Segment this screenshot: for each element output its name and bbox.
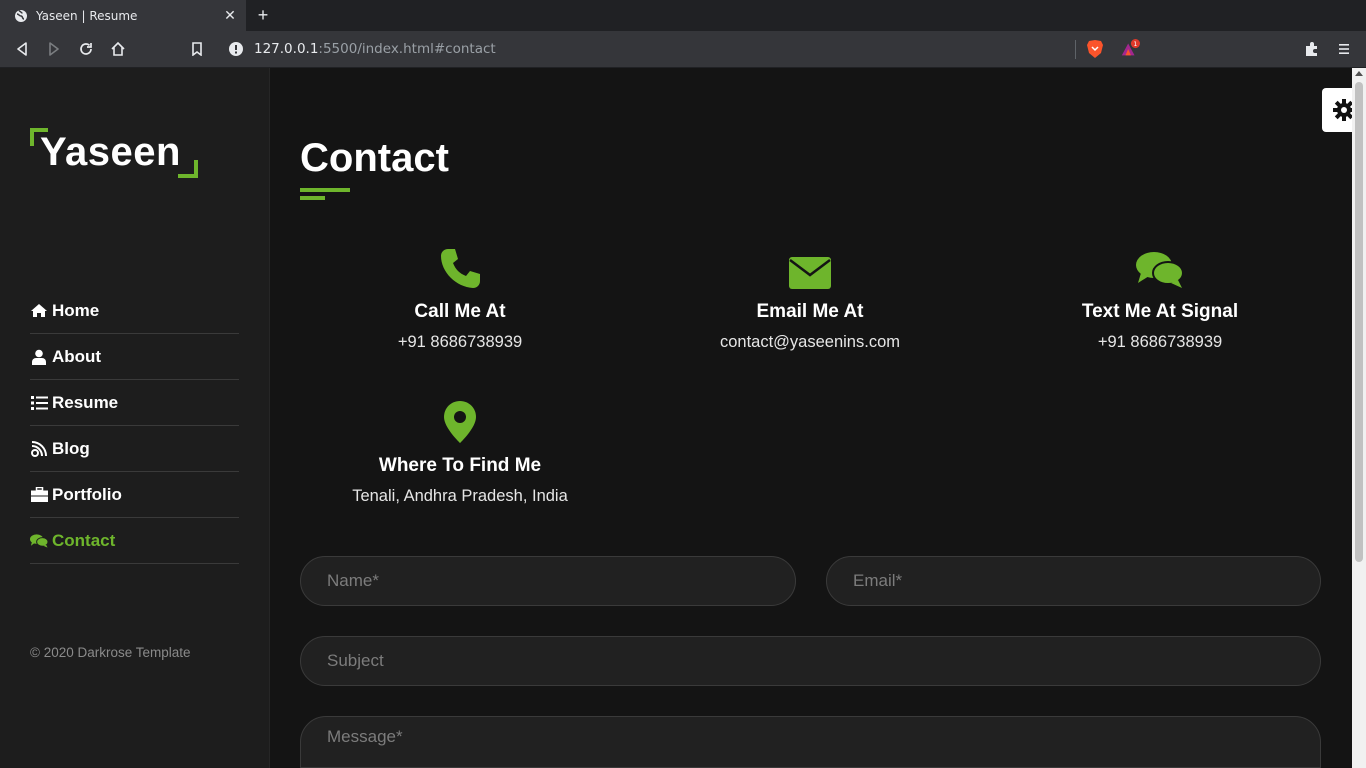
- map-pin-icon: [300, 399, 620, 443]
- copyright-text: © 2020 Darkrose Template: [30, 645, 191, 660]
- forward-arrow-icon: [49, 42, 59, 56]
- message-field[interactable]: Message*: [300, 716, 1321, 768]
- page-scrollbar[interactable]: [1352, 68, 1366, 768]
- user-icon: [30, 349, 48, 365]
- name-field[interactable]: Name*: [300, 556, 796, 606]
- blog-icon: [30, 440, 48, 457]
- sidebar-item-home[interactable]: Home: [30, 288, 239, 334]
- logo-text: Yaseen: [40, 130, 181, 174]
- globe-icon: [14, 9, 28, 23]
- sidebar-item-label: Contact: [52, 530, 116, 550]
- close-tab-icon[interactable]: ✕: [222, 7, 238, 23]
- list-icon: [30, 395, 48, 411]
- puzzle-icon: [1306, 42, 1317, 56]
- brave-shields-button[interactable]: [1085, 39, 1105, 59]
- sidebar-item-about[interactable]: About: [30, 334, 239, 380]
- contact-info-heading: Where To Find Me: [378, 455, 542, 476]
- menu-button[interactable]: [1334, 39, 1354, 59]
- contact-info-location: Where To Find Me Tenali, Andhra Pradesh,…: [300, 399, 620, 506]
- brave-rewards-button[interactable]: 1: [1120, 39, 1140, 59]
- url-text[interactable]: 127.0.0.1:5500/index.html#contact: [254, 41, 496, 57]
- envelope-icon: [650, 245, 970, 289]
- sidebar: Yaseen Home About Resume Blog Portfolio …: [0, 68, 270, 768]
- subject-field[interactable]: Subject: [300, 636, 1321, 686]
- rewards-triangle-icon: 1: [1121, 39, 1140, 56]
- sidebar-item-label: Portfolio: [52, 484, 122, 504]
- browser-tab-bar: Yaseen | Resume ✕ +: [0, 0, 1366, 31]
- contact-info-value: +91 8686738939: [397, 333, 523, 351]
- toolbar-divider: [1075, 40, 1076, 59]
- contact-section: Contact Call Me At +91 8686738939 Email …: [300, 68, 1321, 768]
- info-icon: [229, 42, 243, 56]
- tab-title: Yaseen | Resume: [36, 8, 138, 23]
- scroll-up-arrow-icon[interactable]: [1355, 71, 1363, 76]
- email-field[interactable]: Email*: [826, 556, 1321, 606]
- sidebar-item-contact[interactable]: Contact: [30, 518, 239, 564]
- contact-info-value: contact@yaseenins.com: [719, 333, 900, 351]
- sidebar-item-blog[interactable]: Blog: [30, 426, 239, 472]
- bookmark-icon: [192, 42, 202, 56]
- browser-toolbar: 127.0.0.1:5500/index.html#contact 1: [0, 31, 1366, 68]
- contact-info-heading: Email Me At: [756, 301, 864, 322]
- contact-info-email: Email Me At contact@yaseenins.com: [650, 245, 970, 352]
- home-button[interactable]: [108, 39, 128, 59]
- logo[interactable]: Yaseen: [30, 128, 200, 180]
- contact-info-value: +91 8686738939: [1097, 333, 1223, 351]
- svg-text:1: 1: [1133, 41, 1137, 48]
- brave-lion-icon: [1087, 40, 1103, 58]
- reload-icon: [80, 43, 92, 55]
- reload-button[interactable]: [76, 39, 96, 59]
- sidebar-item-resume[interactable]: Resume: [30, 380, 239, 426]
- sidebar-item-label: Resume: [52, 392, 119, 412]
- sidebar-nav: Home About Resume Blog Portfolio Contact: [30, 288, 239, 564]
- sidebar-item-label: Home: [52, 300, 100, 320]
- contact-info-signal: Text Me At Signal +91 8686738939: [1000, 245, 1320, 352]
- sidebar-item-portfolio[interactable]: Portfolio: [30, 472, 239, 518]
- home-icon: [30, 303, 48, 319]
- title-underline-short: [300, 196, 325, 200]
- phone-icon: [300, 245, 620, 289]
- sidebar-item-label: About: [52, 346, 102, 366]
- home-outline-icon: [111, 41, 125, 56]
- contact-info-heading: Text Me At Signal: [1081, 301, 1239, 322]
- comments-icon: [1000, 245, 1320, 289]
- contact-info-phone: Call Me At +91 8686738939: [300, 245, 620, 352]
- back-button[interactable]: [12, 39, 32, 59]
- bookmark-button[interactable]: [187, 39, 207, 59]
- contact-info-heading: Call Me At: [414, 301, 506, 322]
- logo-corner-right: [178, 160, 198, 178]
- new-tab-button[interactable]: +: [252, 4, 274, 26]
- scrollbar-thumb[interactable]: [1355, 82, 1363, 562]
- web-page: Yaseen Home About Resume Blog Portfolio …: [0, 68, 1366, 768]
- page-title: Contact: [300, 136, 449, 180]
- address-bar[interactable]: 127.0.0.1:5500/index.html#contact: [222, 35, 1082, 63]
- forward-button[interactable]: [44, 39, 64, 59]
- hamburger-icon: [1339, 44, 1349, 54]
- briefcase-icon: [30, 487, 48, 503]
- sidebar-item-label: Blog: [52, 438, 90, 458]
- chat-icon: [30, 533, 48, 549]
- browser-tab[interactable]: Yaseen | Resume ✕: [0, 0, 246, 31]
- extensions-button[interactable]: [1302, 39, 1322, 59]
- contact-info-value: Tenali, Andhra Pradesh, India: [352, 487, 568, 505]
- title-underline: [300, 188, 350, 192]
- back-arrow-icon: [17, 42, 27, 56]
